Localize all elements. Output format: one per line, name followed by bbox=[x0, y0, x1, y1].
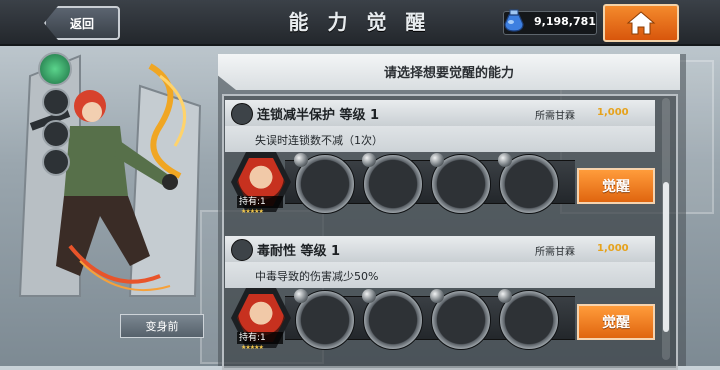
rank-badge bbox=[42, 88, 70, 116]
material-slot[interactable] bbox=[294, 153, 355, 214]
back-button[interactable]: 返回 bbox=[44, 6, 120, 40]
material-slot[interactable] bbox=[294, 289, 355, 350]
top-bar: 返回 能 力 觉 醒 9,198,781 bbox=[0, 0, 720, 46]
element-badge bbox=[38, 52, 72, 86]
skull-icon bbox=[42, 148, 70, 176]
skill-description: 中毒导致的伤害减少50% bbox=[255, 270, 379, 283]
material-slot[interactable] bbox=[498, 153, 559, 214]
potion-bottle-icon bbox=[504, 9, 524, 32]
slot-knob-icon bbox=[294, 289, 308, 303]
slot-knob-icon bbox=[362, 153, 376, 167]
skill-description-row: 失误时连锁数不减（1次） bbox=[225, 126, 655, 152]
skill-card: 连锁减半保护 等级 1 所需甘霖 1,000 失误时连锁数不减（1次） 持有:1… bbox=[225, 100, 655, 230]
slot-knob-icon bbox=[430, 153, 444, 167]
slot-knob-icon bbox=[294, 153, 308, 167]
material-card[interactable]: 持有:1 ★★★★★ bbox=[231, 288, 291, 351]
skull-icon bbox=[231, 239, 253, 261]
skill-header: 毒耐性 等级 1 所需甘霖 1,000 bbox=[225, 236, 655, 262]
home-icon bbox=[626, 11, 656, 35]
skill-description-row: 中毒导致的伤害减少50% bbox=[225, 262, 655, 288]
currency-value: 9,198,781 bbox=[534, 15, 596, 28]
before-transform-label: 变身前 bbox=[145, 320, 179, 333]
skill-header: 连锁减半保护 等级 1 所需甘霖 1,000 bbox=[225, 100, 655, 126]
back-button-label: 返回 bbox=[69, 16, 94, 31]
skill-name: 连锁减半保护 等级 1 bbox=[257, 108, 380, 123]
cost-value: 1,000 bbox=[597, 107, 629, 118]
before-transform-button[interactable]: 变身前 bbox=[120, 314, 204, 338]
scrollbar[interactable] bbox=[662, 98, 670, 360]
material-slot[interactable] bbox=[362, 153, 423, 214]
home-button[interactable] bbox=[603, 4, 679, 42]
material-slot[interactable] bbox=[430, 289, 491, 350]
cost-value: 1,000 bbox=[597, 243, 629, 254]
skill-name: 毒耐性 等级 1 bbox=[257, 244, 341, 259]
character-art bbox=[10, 46, 210, 316]
character-illustration bbox=[18, 54, 202, 297]
material-card[interactable]: 持有:1 ★★★★★ bbox=[231, 152, 291, 215]
scroll-thumb[interactable] bbox=[663, 182, 669, 332]
material-slot[interactable] bbox=[498, 289, 559, 350]
material-slot[interactable] bbox=[430, 153, 491, 214]
awaken-button[interactable]: 觉醒 bbox=[577, 304, 655, 340]
owned-count: 持有:1 bbox=[237, 332, 283, 344]
star-rating: ★★★★★ bbox=[241, 344, 264, 351]
screen-title: 能 力 觉 醒 bbox=[288, 10, 432, 34]
currency-display: 9,198,781 bbox=[503, 9, 597, 35]
link-shield-icon bbox=[42, 120, 70, 148]
skill-card: 毒耐性 等级 1 所需甘霖 1,000 中毒导致的伤害减少50% 持有:1 ★★… bbox=[225, 236, 655, 366]
cost-label: 所需甘霖 bbox=[535, 247, 575, 258]
link-shield-icon bbox=[231, 103, 253, 125]
panel-header: 请选择想要觉醒的能力 bbox=[218, 54, 680, 90]
panel-prompt: 请选择想要觉醒的能力 bbox=[383, 66, 514, 81]
skill-description: 失误时连锁数不减（1次） bbox=[255, 134, 383, 147]
star-rating: ★★★★★ bbox=[241, 208, 264, 215]
slot-knob-icon bbox=[498, 153, 512, 167]
owned-count: 持有:1 bbox=[237, 196, 283, 208]
slot-knob-icon bbox=[498, 289, 512, 303]
slot-knob-icon bbox=[362, 289, 376, 303]
cost-label: 所需甘霖 bbox=[535, 111, 575, 122]
material-slot[interactable] bbox=[362, 289, 423, 350]
awaken-button[interactable]: 觉醒 bbox=[577, 168, 655, 204]
slot-knob-icon bbox=[430, 289, 444, 303]
